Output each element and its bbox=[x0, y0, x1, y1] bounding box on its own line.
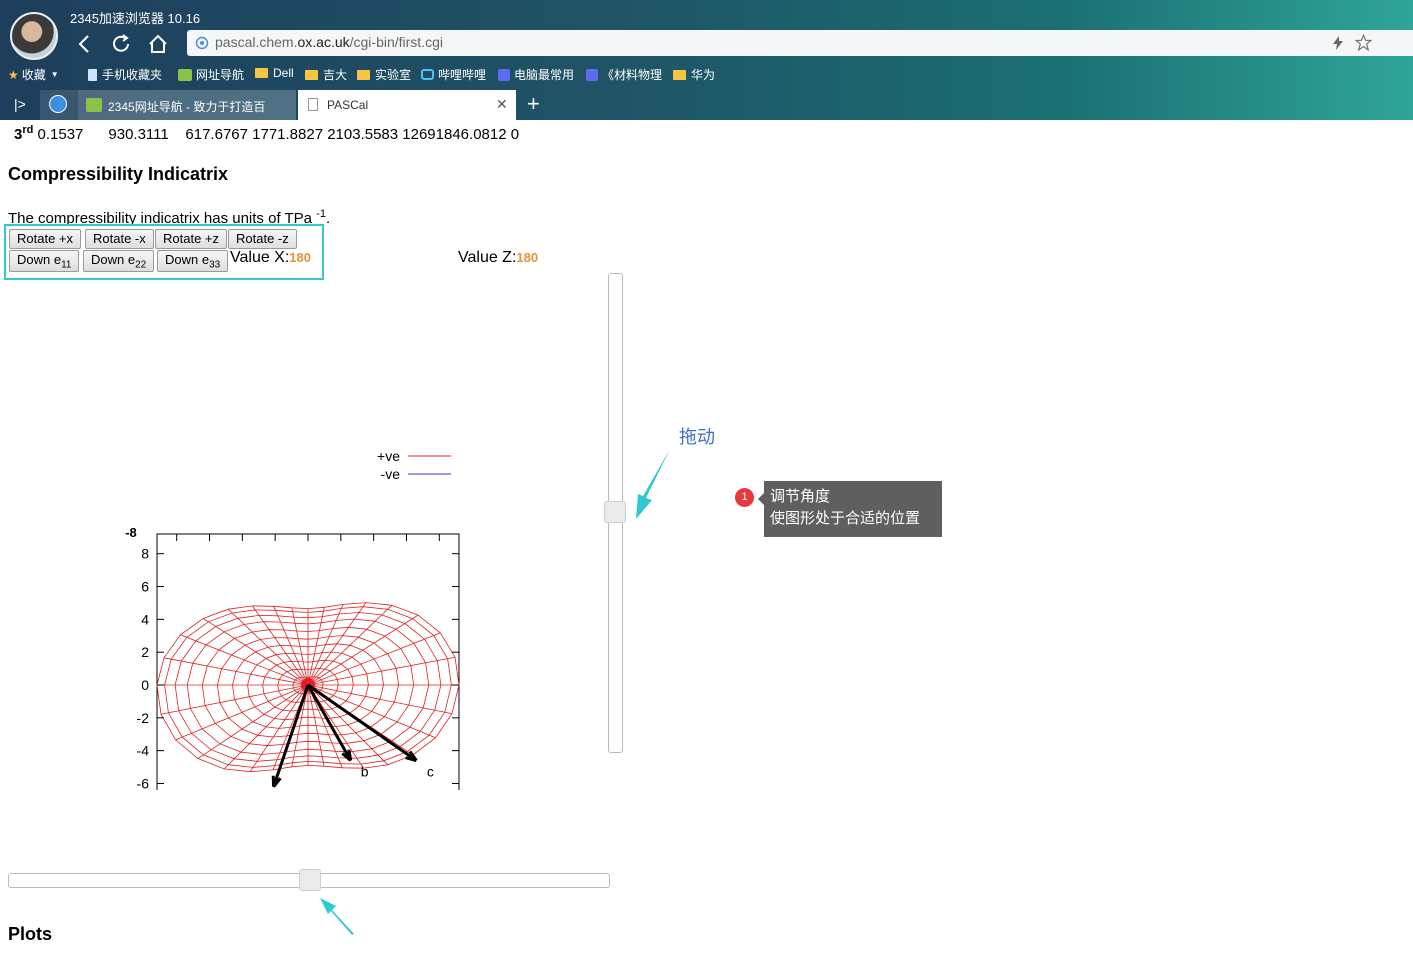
step-badge: 1 bbox=[735, 488, 754, 507]
drag-annotation-label: 拖动 bbox=[679, 427, 715, 447]
bookmark-item[interactable]: 华为 bbox=[673, 66, 715, 83]
close-icon[interactable]: ✕ bbox=[496, 96, 508, 113]
surface-meridian bbox=[307, 632, 441, 686]
down-e11-button[interactable]: Down e11 bbox=[9, 250, 80, 272]
horizontal-slider-thumb[interactable] bbox=[299, 869, 321, 891]
section-heading: Compressibility Indicatrix bbox=[8, 164, 229, 184]
sidebar-toggle-button[interactable]: |> bbox=[0, 90, 40, 120]
folder-icon bbox=[305, 69, 318, 80]
legend-label: +ve bbox=[377, 448, 400, 464]
browser-chrome: 2345加速浏览器 10.16 pascal.chem.ox.ac.uk/cgi… bbox=[0, 0, 1413, 120]
down-e22-button[interactable]: Down e22 bbox=[83, 250, 155, 272]
indicatrix-plot: +ve-ve -8 86420-2-4-6-886420-2-4-6-8 abc bbox=[125, 448, 460, 790]
new-tab-button[interactable]: + bbox=[524, 90, 546, 120]
address-bar[interactable]: pascal.chem.ox.ac.uk/cgi-bin/first.cgi bbox=[187, 30, 1413, 56]
folder-icon bbox=[255, 68, 268, 78]
y-tick-label: 4 bbox=[141, 611, 149, 627]
y-tick-label: 0 bbox=[141, 677, 149, 693]
tab-pascal[interactable]: PASCal ✕ bbox=[298, 90, 516, 120]
axis-vector-label: b bbox=[361, 764, 369, 780]
bookmark-item[interactable]: 《材料物理 bbox=[586, 66, 662, 83]
browser-title: 2345加速浏览器 10.16 bbox=[70, 11, 201, 26]
star-icon[interactable] bbox=[1355, 34, 1372, 51]
surface-meridian bbox=[180, 634, 309, 686]
corner-label: -8 bbox=[125, 525, 137, 540]
value-x-readout: Value X:180 bbox=[230, 249, 311, 266]
bookmark-item[interactable]: Dell bbox=[255, 66, 294, 80]
star-icon: ★ bbox=[8, 67, 19, 82]
surface-meridian bbox=[227, 608, 309, 686]
legend: +ve -ve bbox=[377, 448, 451, 482]
bookmark-item[interactable]: 吉大 bbox=[305, 66, 347, 83]
y-tick-label: 2 bbox=[141, 644, 149, 660]
plots-heading: Plots bbox=[8, 924, 53, 944]
folder-icon bbox=[357, 69, 370, 80]
bookmark-item[interactable]: 网址导航 bbox=[178, 66, 244, 83]
url-text[interactable]: pascal.chem.ox.ac.uk/cgi-bin/first.cgi bbox=[215, 34, 443, 50]
y-tick-label: -2 bbox=[137, 710, 150, 726]
y-tick-label: -4 bbox=[137, 743, 150, 759]
legend-label: -ve bbox=[381, 466, 401, 482]
refresh-icon[interactable] bbox=[110, 33, 132, 55]
bookmark-favorites[interactable]: ★ 收藏 ▼ bbox=[8, 66, 59, 83]
page-icon bbox=[308, 98, 318, 111]
compass-tab[interactable] bbox=[40, 90, 78, 120]
rotate-minus-x-button[interactable]: Rotate -x bbox=[85, 229, 154, 249]
axis-vector bbox=[272, 684, 310, 788]
folder-icon bbox=[673, 69, 686, 80]
down-e33-button[interactable]: Down e33 bbox=[157, 250, 229, 272]
y-tick-label: 6 bbox=[141, 579, 149, 595]
arrow-annotation-icon bbox=[320, 898, 354, 935]
y-tick-label: 8 bbox=[141, 546, 149, 562]
chevron-down-icon: ▼ bbox=[50, 70, 59, 79]
plus-icon: + bbox=[527, 91, 540, 116]
y-tick-label: -6 bbox=[137, 775, 150, 790]
lightning-icon[interactable] bbox=[1330, 35, 1346, 51]
secure-icon bbox=[195, 36, 209, 50]
bookmarks-bar: ★ 收藏 ▼ 手机收藏夹 网址导航 Dell 吉大 实验室 哔哩哔哩 电脑最常用 《… bbox=[0, 64, 1413, 84]
bookmark-item[interactable]: 手机收藏夹 bbox=[88, 66, 162, 83]
axis-vector-label: c bbox=[427, 764, 434, 780]
table-row: 3rd 0.1537 930.3111 617.6767 1771.8827 2… bbox=[14, 124, 520, 143]
page-content: 3rd 0.1537 930.3111 617.6767 1771.8827 2… bbox=[0, 120, 1413, 965]
vertical-slider-thumb[interactable] bbox=[604, 501, 626, 523]
2345-logo-icon bbox=[86, 98, 102, 112]
tab-bar: |> 2345网址导航 - 致力于打造百 PASCal ✕ + bbox=[0, 88, 1413, 120]
rotate-minus-z-button[interactable]: Rotate -z bbox=[228, 229, 297, 249]
tab-2345[interactable]: 2345网址导航 - 致力于打造百 bbox=[78, 90, 296, 120]
rotate-plus-x-button[interactable]: Rotate +x bbox=[9, 229, 82, 249]
axis-vector bbox=[306, 684, 352, 762]
home-icon[interactable] bbox=[147, 33, 169, 55]
back-icon[interactable] bbox=[74, 33, 96, 55]
phone-icon bbox=[88, 68, 97, 81]
bookmark-item[interactable]: 实验室 bbox=[357, 66, 411, 83]
value-z-readout: Value Z:180 bbox=[458, 249, 539, 266]
bilibili-icon bbox=[421, 69, 434, 80]
arrow-annotation-icon bbox=[636, 449, 670, 519]
user-avatar[interactable] bbox=[10, 12, 58, 60]
tooltip-annotation: 调节角度 使图形处于合适的位置 bbox=[758, 481, 942, 537]
app-icon bbox=[498, 68, 510, 81]
bookmark-item[interactable]: 电脑最常用 bbox=[498, 66, 574, 83]
app-icon bbox=[586, 68, 598, 81]
rotate-plus-z-button[interactable]: Rotate +z bbox=[155, 229, 228, 249]
surface-meridian bbox=[175, 684, 309, 741]
bookmark-item[interactable]: 哔哩哔哩 bbox=[421, 66, 486, 83]
compass-icon bbox=[49, 95, 67, 113]
expand-icon: |> bbox=[14, 96, 26, 112]
2345-logo-icon bbox=[178, 68, 192, 81]
